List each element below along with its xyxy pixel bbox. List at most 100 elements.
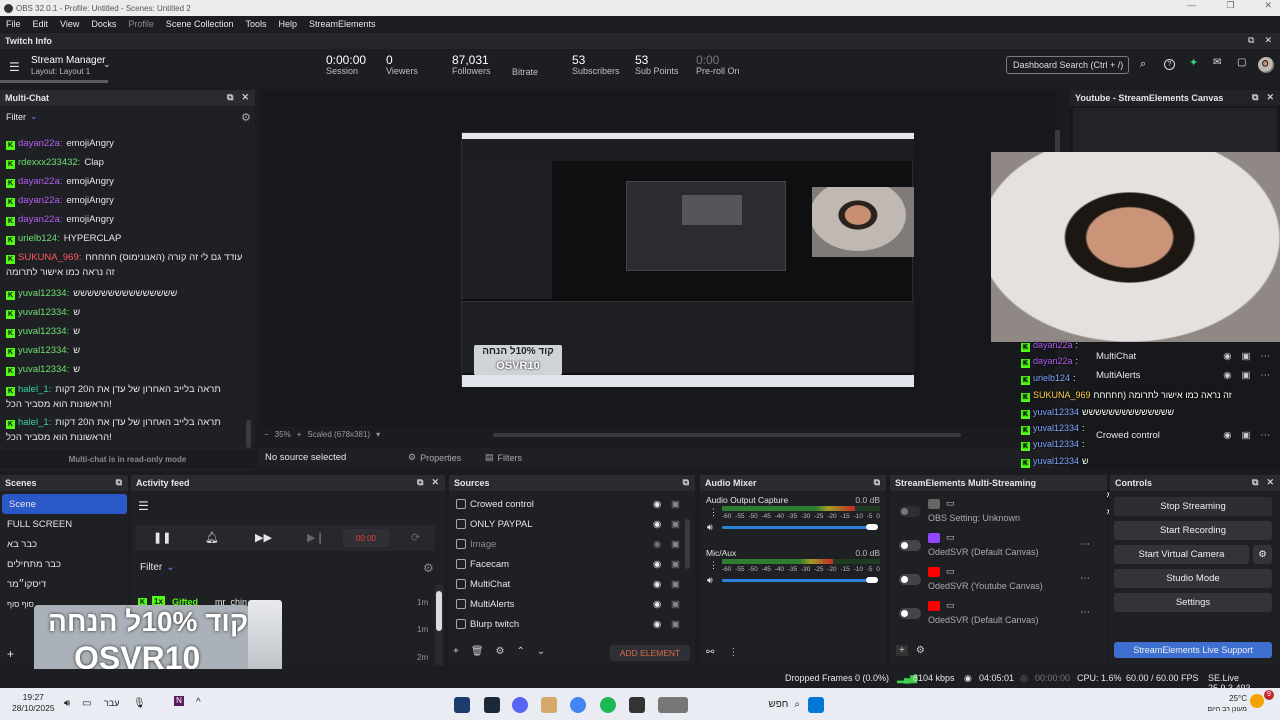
lock-icon[interactable]: ▣ [671, 539, 680, 550]
menu-scene-collection[interactable]: Scene Collection [166, 19, 234, 29]
close-icon[interactable]: ✕ [1264, 35, 1272, 46]
more-icon[interactable]: ⋯ [1261, 430, 1271, 441]
output-toggle[interactable] [899, 540, 921, 551]
close-icon[interactable]: ✕ [1266, 477, 1274, 488]
scene-item[interactable]: כבר מתחילים [0, 554, 61, 574]
more-icon[interactable]: ⋯ [1080, 607, 1090, 618]
lock-icon[interactable]: ▣ [1242, 351, 1251, 362]
virtual-camera-settings-button[interactable]: ⚙ [1253, 545, 1272, 564]
more-icon[interactable]: ⋯ [1080, 539, 1090, 550]
extensions-icon[interactable]: ✦ [1189, 58, 1198, 69]
add-output-button[interactable]: + [896, 645, 908, 656]
scene-item[interactable]: דיסקו״מר [0, 574, 46, 594]
chat-scrollbar[interactable] [246, 420, 251, 448]
start-recording-button[interactable]: Start Recording [1114, 521, 1272, 540]
lock-icon[interactable]: ▣ [671, 599, 680, 610]
help-icon[interactable]: ? [1164, 59, 1175, 70]
pause-icon[interactable]: ❚❚ [153, 531, 171, 544]
activity-timer[interactable]: 00:00 [343, 529, 389, 547]
network-icon[interactable]: ▭ [82, 698, 91, 709]
obs-taskbar-icon[interactable] [454, 697, 470, 713]
canvas-source-multichat[interactable]: MultiChat ◉ ▣ ⋯ [1096, 348, 1276, 364]
scene-item-active[interactable]: Scene [2, 494, 127, 514]
more-icon[interactable]: ⋯ [1080, 573, 1090, 584]
chrome-taskbar-icon[interactable] [570, 697, 586, 713]
menu-edit[interactable]: Edit [33, 19, 49, 29]
menu-view[interactable]: View [60, 19, 79, 29]
add-element-button[interactable]: ADD ELEMENT [610, 645, 690, 661]
source-item[interactable]: MultiChat ◉ ▣ [449, 574, 681, 594]
eye-icon[interactable]: ◉ [653, 619, 661, 630]
undock-icon[interactable]: ⧉ [1252, 477, 1258, 488]
add-scene-button[interactable]: + [7, 647, 14, 661]
eye-icon[interactable]: ◉ [1223, 370, 1231, 381]
bell-icon[interactable]: 🔔︎ [205, 531, 219, 544]
source-item[interactable]: MultiAlerts ◉ ▣ [449, 594, 681, 614]
source-item[interactable]: Image ◉ ▣ [449, 534, 681, 554]
start-virtual-camera-button[interactable]: Start Virtual Camera [1114, 545, 1249, 564]
close-icon[interactable]: ✕ [1266, 92, 1274, 103]
undock-icon[interactable]: ⧉ [227, 92, 233, 103]
eye-icon[interactable]: ◉ [1223, 430, 1231, 441]
dashboard-search-input[interactable]: Dashboard Search (Ctrl + /) [1006, 56, 1129, 74]
close-icon[interactable]: ✕ [1264, 0, 1272, 16]
hamburger-menu-icon[interactable]: ☰ [138, 499, 149, 513]
app-tray-icon[interactable]: N [174, 696, 184, 706]
preview-area[interactable]: קוד 10%ל הנחה OSVR10 − 35% + Scaled (678… [260, 90, 1060, 439]
output-toggle[interactable] [899, 608, 921, 619]
minimize-icon[interactable]: — [1187, 0, 1196, 16]
eye-icon[interactable]: ◉ [653, 579, 661, 590]
eye-off-icon[interactable]: ◉ [653, 539, 661, 550]
taskbar-search[interactable]: חפש ⌕ [700, 694, 800, 714]
trash-icon[interactable]: 🗑︎ [471, 646, 484, 657]
more-icon[interactable]: ⋮ [709, 560, 718, 571]
menu-docks[interactable]: Docks [91, 19, 116, 29]
scene-item[interactable]: כבר בא [0, 534, 37, 554]
maximize-icon[interactable]: ❐ [1226, 0, 1234, 16]
source-item[interactable]: Crowed control ◉ ▣ [449, 494, 681, 514]
menu-profile[interactable]: Profile [128, 19, 154, 29]
app-taskbar-icon[interactable] [541, 697, 557, 713]
filters-button[interactable]: ▤ Filters [485, 452, 522, 463]
sources-scrollbar[interactable] [685, 519, 690, 569]
activity-filter-dropdown[interactable]: Filter ⌄ [140, 562, 175, 573]
undock-icon[interactable]: ⧉ [683, 477, 689, 488]
canvas-source-multialerts[interactable]: MultiAlerts ◉ ▣ ⋯ [1096, 367, 1276, 383]
live-support-button[interactable]: StreamElements Live Support [1114, 642, 1272, 658]
eye-icon[interactable]: ◉ [1223, 351, 1231, 362]
lock-icon[interactable]: ▣ [671, 559, 680, 570]
eye-icon[interactable]: ◉ [653, 499, 661, 510]
discord-taskbar-icon[interactable] [512, 697, 528, 713]
more-icon[interactable]: ⋯ [1261, 351, 1271, 362]
output-toggle[interactable] [899, 506, 921, 517]
language-indicator[interactable]: עבר [104, 698, 119, 708]
source-item[interactable]: Blurp twitch ◉ ▣ [449, 614, 681, 634]
canvas-source-crowed-control[interactable]: Crowed control ◉ ▣ ⋯ [1096, 427, 1276, 443]
chevron-down-icon[interactable]: ⌄ [103, 59, 111, 70]
source-item[interactable]: Facecam ◉ ▣ [449, 554, 681, 574]
volume-knob[interactable] [866, 577, 878, 583]
menu-file[interactable]: File [6, 19, 21, 29]
volume-knob[interactable] [866, 524, 878, 530]
skip-icon[interactable]: ▶▶ [255, 531, 272, 544]
youtube-canvas-preview[interactable] [1073, 108, 1277, 158]
undock-icon[interactable]: ⧉ [1248, 35, 1254, 46]
close-icon[interactable]: ✕ [431, 477, 439, 488]
spotify-taskbar-icon[interactable] [600, 697, 616, 713]
gear-icon[interactable]: ⚙ [496, 646, 505, 657]
menu-tools[interactable]: Tools [245, 19, 266, 29]
speaker-icon[interactable]: 🔊︎ [64, 698, 70, 709]
gear-icon[interactable]: ⚙ [916, 645, 925, 656]
activity-scrollbar[interactable] [435, 585, 443, 665]
volume-slider[interactable] [722, 526, 878, 529]
start-button[interactable] [808, 697, 824, 713]
source-item[interactable]: ONLY PAYPAL ◉ ▣ [449, 514, 681, 534]
gear-icon[interactable]: ⚙ [241, 111, 251, 124]
output-toggle[interactable] [899, 574, 921, 585]
link-icon[interactable]: ⚯ [706, 647, 714, 658]
scene-item[interactable]: סוף סוף [0, 594, 34, 614]
lock-icon[interactable]: ▣ [671, 499, 680, 510]
chat-bubble-icon[interactable]: ▢ [1237, 58, 1246, 68]
menu-streamelements[interactable]: StreamElements [309, 19, 376, 29]
move-down-icon[interactable]: ⌄ [537, 646, 545, 657]
